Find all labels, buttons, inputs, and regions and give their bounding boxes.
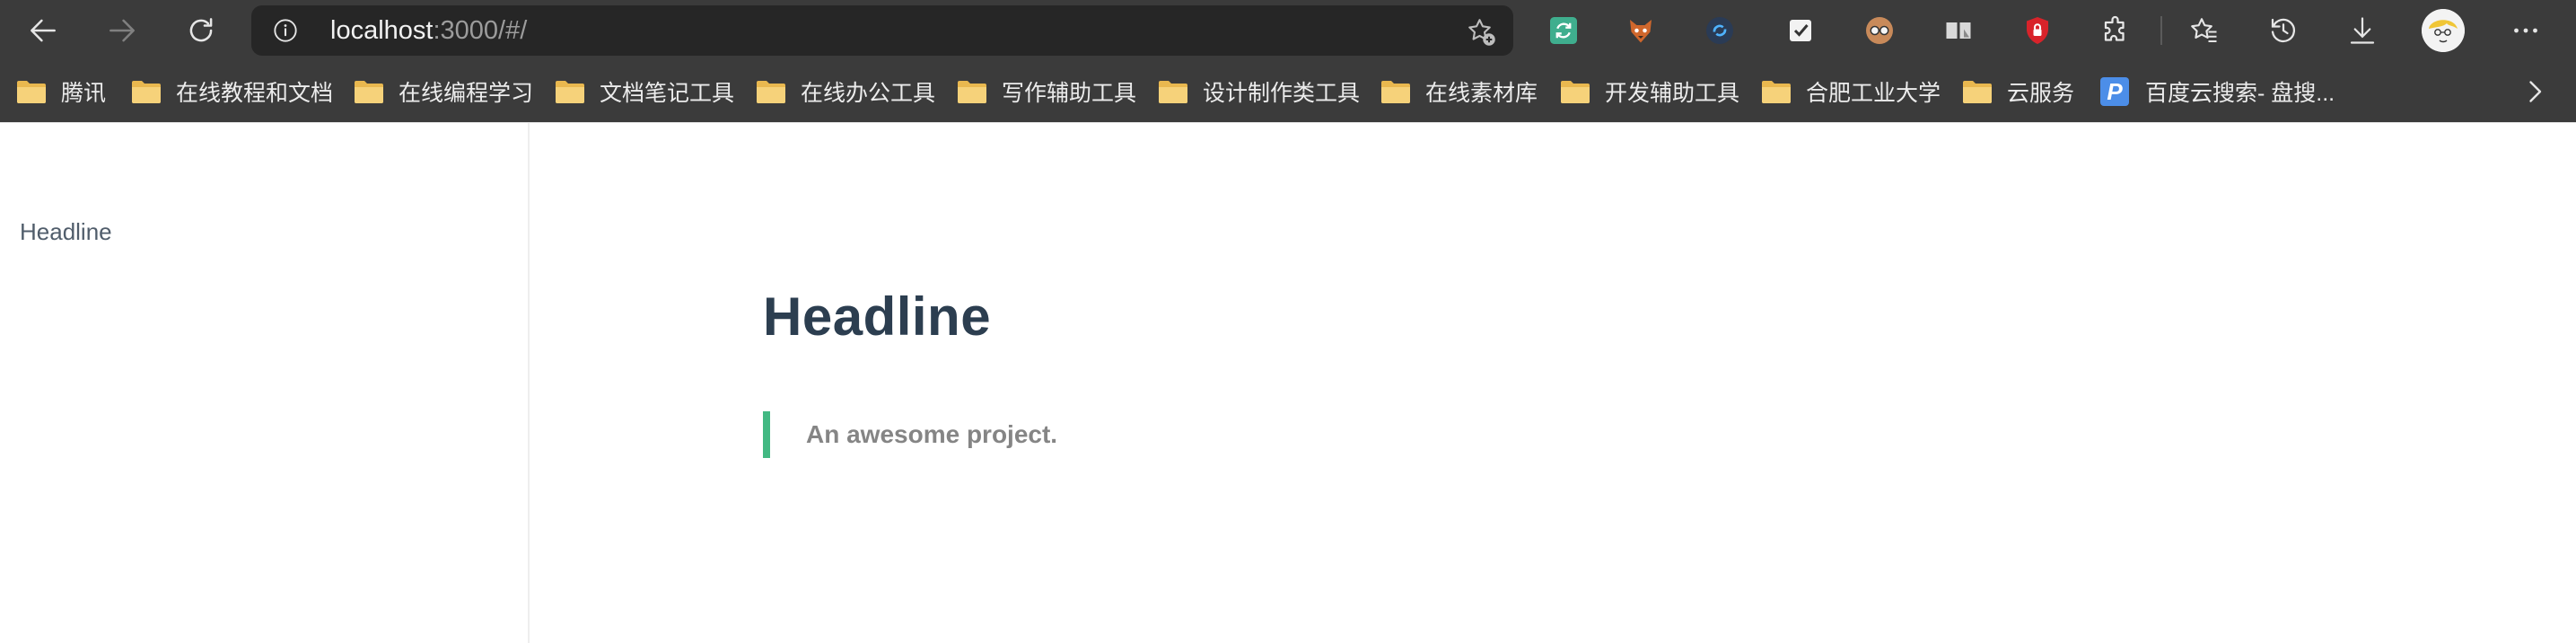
add-favorite-icon[interactable] [1465, 15, 1497, 48]
bookmark-label: 在线素材库 [1425, 81, 1538, 106]
chevron-right-icon[interactable] [2519, 75, 2551, 108]
folder-icon [132, 81, 161, 103]
bookmark-label: 在线编程学习 [399, 81, 534, 106]
bookmarks-bar: 腾讯 在线教程和文档 在线编程学习 文档笔记工具 在线办公工具 写作辅助工具 设… [0, 61, 2576, 122]
bookmark-folder[interactable]: 云服务 [1962, 61, 2074, 122]
bookmark-label: 写作辅助工具 [1002, 81, 1137, 106]
folder-icon [1561, 81, 1590, 103]
url-host: localhost [330, 16, 434, 45]
bookmark-label: 在线办公工具 [801, 81, 936, 106]
main-content: Headline An awesome project. [531, 123, 2576, 643]
reload-icon [189, 18, 213, 42]
folder-icon [355, 81, 383, 103]
forward-arrow-icon [110, 19, 135, 42]
glasses-extension-icon[interactable] [1862, 13, 1897, 48]
shield-lock-extension-icon[interactable] [2020, 13, 2055, 48]
bookmark-folder[interactable]: 在线教程和文档 [131, 61, 333, 122]
bookmark-link-baidu[interactable]: P 百度云搜索- 盘搜... [2100, 61, 2335, 122]
bookmark-label: 百度云搜索- 盘搜... [2145, 81, 2335, 106]
folder-icon [1159, 81, 1187, 103]
bookmark-folder[interactable]: 合肥工业大学 [1761, 61, 1941, 122]
bookmark-folder[interactable]: 在线编程学习 [354, 61, 533, 122]
bookmark-label: 文档笔记工具 [600, 81, 735, 106]
reload-button[interactable] [176, 5, 226, 56]
folder-icon [17, 81, 46, 103]
sidebar: Headline [0, 123, 530, 643]
bookmark-folder[interactable]: 设计制作类工具 [1158, 61, 1360, 122]
bookmark-folder[interactable]: 在线办公工具 [756, 61, 935, 122]
sync-extension-icon[interactable] [1702, 13, 1738, 48]
extensions-puzzle-icon[interactable] [2098, 13, 2134, 48]
bookmark-folder[interactable]: 腾讯 [16, 61, 106, 122]
address-bar[interactable]: localhost:3000/#/ [251, 5, 1513, 56]
profile-avatar[interactable] [2422, 9, 2465, 52]
checkbox-extension-icon[interactable] [1783, 13, 1818, 48]
bookmark-label: 云服务 [2007, 81, 2075, 106]
browser-toolbar: localhost:3000/#/ [0, 0, 2576, 61]
folder-icon [556, 81, 584, 103]
more-menu-icon[interactable] [2508, 13, 2544, 48]
url-text[interactable]: localhost:3000/#/ [330, 5, 527, 56]
url-path: :3000/#/ [433, 16, 528, 45]
bookmark-folder[interactable]: 文档笔记工具 [555, 61, 734, 122]
back-button[interactable] [18, 5, 68, 56]
back-arrow-icon [31, 19, 56, 42]
refresh-extension-icon[interactable] [1546, 13, 1582, 48]
site-info-icon[interactable] [273, 18, 298, 43]
bookmark-label: 合肥工业大学 [1806, 81, 1941, 106]
blockquote: An awesome project. [763, 411, 1057, 458]
reader-extension-icon[interactable] [1941, 13, 1976, 48]
page-title: Headline [763, 286, 992, 347]
blockquote-text: An awesome project. [806, 420, 1058, 448]
downloads-icon[interactable] [2344, 13, 2380, 48]
favorites-icon[interactable] [2186, 13, 2222, 48]
bookmark-label: 开发辅助工具 [1605, 81, 1740, 106]
folder-icon [958, 81, 986, 103]
bookmark-label: 设计制作类工具 [1203, 81, 1361, 106]
forward-button[interactable] [97, 5, 147, 56]
bookmark-label: 在线教程和文档 [176, 81, 334, 106]
bookmark-folder[interactable]: 开发辅助工具 [1560, 61, 1739, 122]
p-badge-icon: P [2100, 77, 2129, 106]
history-icon[interactable] [2265, 13, 2301, 48]
toolbar-separator [2160, 16, 2162, 45]
bookmark-folder[interactable]: 写作辅助工具 [957, 61, 1136, 122]
folder-icon [757, 81, 785, 103]
fox-extension-icon[interactable] [1623, 13, 1659, 48]
folder-icon [1963, 81, 1992, 103]
folder-icon [1762, 81, 1791, 103]
sidebar-item-headline[interactable]: Headline [20, 218, 112, 246]
bookmark-label: 腾讯 [61, 81, 107, 106]
folder-icon [1381, 81, 1410, 103]
bookmark-folder[interactable]: 在线素材库 [1380, 61, 1538, 122]
